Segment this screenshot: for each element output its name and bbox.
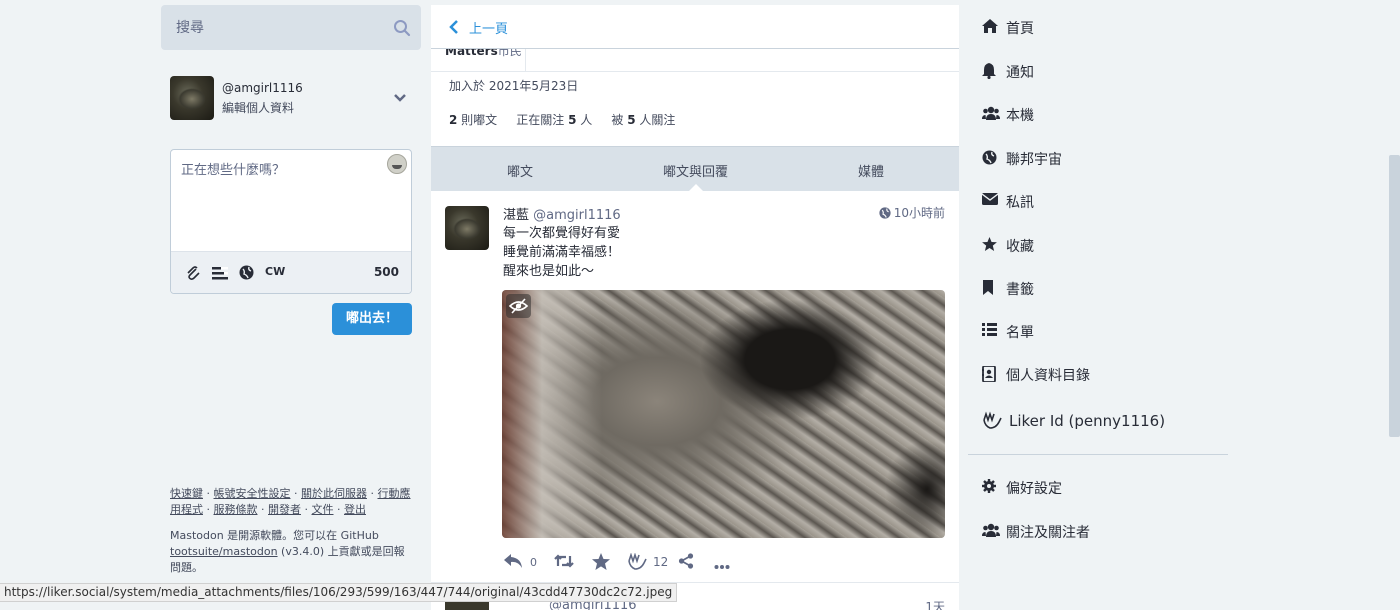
nav-label: 聯邦宇宙 xyxy=(1006,152,1062,168)
globe-icon xyxy=(879,207,891,219)
compose-toolbar: CW 500 xyxy=(171,251,411,293)
nav-label: 書籤 xyxy=(1006,282,1034,298)
globe-icon[interactable] xyxy=(239,265,254,284)
display-name: 湛藍 xyxy=(503,208,530,223)
poll-icon[interactable] xyxy=(212,265,228,284)
toots-stat[interactable]: 2 則嘟文 xyxy=(449,113,497,127)
bell-icon xyxy=(982,63,996,83)
users-icon xyxy=(982,523,1000,541)
search-input[interactable] xyxy=(161,5,421,50)
status-handle: @amgirl1116 xyxy=(533,208,621,223)
footer-link-security[interactable]: 帳號安全性設定 xyxy=(214,487,291,500)
status-line: 每一次都覺得好有愛 xyxy=(503,226,621,241)
nav-label: 私訊 xyxy=(1006,195,1034,211)
liker-icon xyxy=(982,411,1002,435)
footer-link-shortcuts[interactable]: 快速鍵 xyxy=(170,487,203,500)
compose-form: CW 500 xyxy=(170,149,412,294)
status-line: 醒來也是如此～ xyxy=(503,264,595,279)
scrollbar-thumb[interactable] xyxy=(1389,155,1400,437)
envelope-icon xyxy=(981,193,999,209)
liker-icon[interactable] xyxy=(627,552,647,575)
status-author[interactable]: 湛藍 @amgirl1116 xyxy=(503,204,621,223)
footer-note-prefix: Mastodon 是開源軟體。您可以在 GitHub xyxy=(170,529,379,542)
back-button[interactable]: 上一頁 xyxy=(469,18,508,37)
status-content: 每一次都覺得好有愛 睡覺前滿滿幸福感！ 醒來也是如此～ xyxy=(503,224,620,281)
account-stats: 2 則嘟文 正在關注 5 人 被 5 人關注 xyxy=(449,111,675,128)
browser-status-url: https://liker.social/system/media_attach… xyxy=(0,583,678,602)
status-item[interactable]: 湛藍 @amgirl1116 10小時前 每一次都覺得好有愛 睡覺前滿滿幸福感！… xyxy=(431,191,959,583)
avatar[interactable] xyxy=(170,76,214,120)
tab-toots[interactable]: 嘟文 xyxy=(507,161,533,180)
gear-icon xyxy=(982,479,996,497)
chevron-down-icon[interactable] xyxy=(392,90,408,110)
joined-date: 加入於 2021年5月23日 xyxy=(449,79,579,93)
emoji-picker-icon[interactable] xyxy=(387,154,407,174)
globe-icon xyxy=(982,150,997,169)
profile-field-cell xyxy=(431,49,526,71)
nav-label: 名單 xyxy=(1006,325,1034,341)
account-tabs: 嘟文 嘟文與回覆 媒體 xyxy=(431,146,959,192)
star-icon xyxy=(982,237,997,255)
hide-media-icon[interactable] xyxy=(506,294,531,318)
repo-link[interactable]: tootsuite/mastodon xyxy=(170,545,278,558)
reply-icon[interactable] xyxy=(503,553,523,573)
nav-label: 個人資料目錄 xyxy=(1006,368,1090,384)
footer-link-developers[interactable]: 開發者 xyxy=(268,503,301,516)
edit-profile-link[interactable]: 編輯個人資料 xyxy=(222,99,294,116)
followers-stat[interactable]: 被 5 人關注 xyxy=(611,113,675,127)
nav-liker-id[interactable]: Liker Id (penny1116) xyxy=(982,410,1222,434)
column-header: 上一頁 xyxy=(431,5,959,49)
current-user-card: @amgirl1116 編輯個人資料 xyxy=(170,76,420,122)
nav-label: 通知 xyxy=(1006,65,1034,81)
footer-link-terms[interactable]: 服務條款 xyxy=(214,503,258,516)
status-avatar[interactable] xyxy=(445,206,489,250)
footer-link-about[interactable]: 關於此伺服器 xyxy=(301,487,367,500)
more-icon[interactable] xyxy=(714,556,730,575)
reply-count: 0 xyxy=(530,556,537,569)
star-icon[interactable] xyxy=(592,553,610,574)
status-time[interactable]: 10小時前 xyxy=(879,204,945,221)
footer-link-logout[interactable]: 登出 xyxy=(344,503,366,516)
main-column: Matters市民 上一頁 加入於 2021年5月23日 2 則嘟文 正在關注 … xyxy=(431,5,959,610)
paperclip-icon[interactable] xyxy=(186,265,200,285)
search-icon xyxy=(393,19,411,41)
search-box[interactable] xyxy=(161,5,421,50)
nav-label: 關注及關注者 xyxy=(1006,525,1090,541)
like-count: 12 xyxy=(653,555,669,569)
home-icon xyxy=(982,19,998,37)
publish-button[interactable]: 嘟出去！ xyxy=(332,303,412,335)
boost-icon[interactable] xyxy=(554,553,574,573)
user-handle[interactable]: @amgirl1116 xyxy=(222,81,303,95)
address-book-icon xyxy=(982,365,996,386)
nav-label: Liker Id (penny1116) xyxy=(1009,412,1166,430)
status-time-text: 10小時前 xyxy=(893,206,945,220)
tab-toots-replies[interactable]: 嘟文與回覆 xyxy=(663,161,728,180)
footer-link-docs[interactable]: 文件 xyxy=(312,503,334,516)
tab-media[interactable]: 媒體 xyxy=(858,161,884,180)
character-counter: 500 xyxy=(373,265,399,279)
share-icon[interactable] xyxy=(678,553,694,573)
status-line: 睡覺前滿滿幸福感！ xyxy=(503,245,621,260)
nav-divider xyxy=(968,454,1228,455)
bookmark-icon xyxy=(982,280,994,299)
footer-links: 快速鍵 · 帳號安全性設定 · 關於此伺服器 · 行動應用程式 · 服務條款 ·… xyxy=(170,487,411,516)
users-icon xyxy=(982,106,1000,124)
compose-textarea[interactable] xyxy=(171,150,411,250)
footer-note: Mastodon 是開源軟體。您可以在 GitHub tootsuite/mas… xyxy=(170,528,415,576)
status-actions: 0 12 xyxy=(503,552,933,575)
nav-label: 首頁 xyxy=(1006,21,1034,37)
nav-label: 偏好設定 xyxy=(1006,481,1062,497)
nav-label: 本機 xyxy=(1006,108,1034,124)
following-stat[interactable]: 正在關注 5 人 xyxy=(516,113,592,127)
content-warning-toggle[interactable]: CW xyxy=(265,265,285,278)
divider xyxy=(431,71,959,72)
list-icon xyxy=(982,323,997,340)
status-time[interactable]: 1天 xyxy=(925,598,945,610)
chevron-left-icon[interactable] xyxy=(449,19,459,38)
nav-label: 收藏 xyxy=(1006,239,1034,255)
media-image[interactable] xyxy=(502,290,945,538)
